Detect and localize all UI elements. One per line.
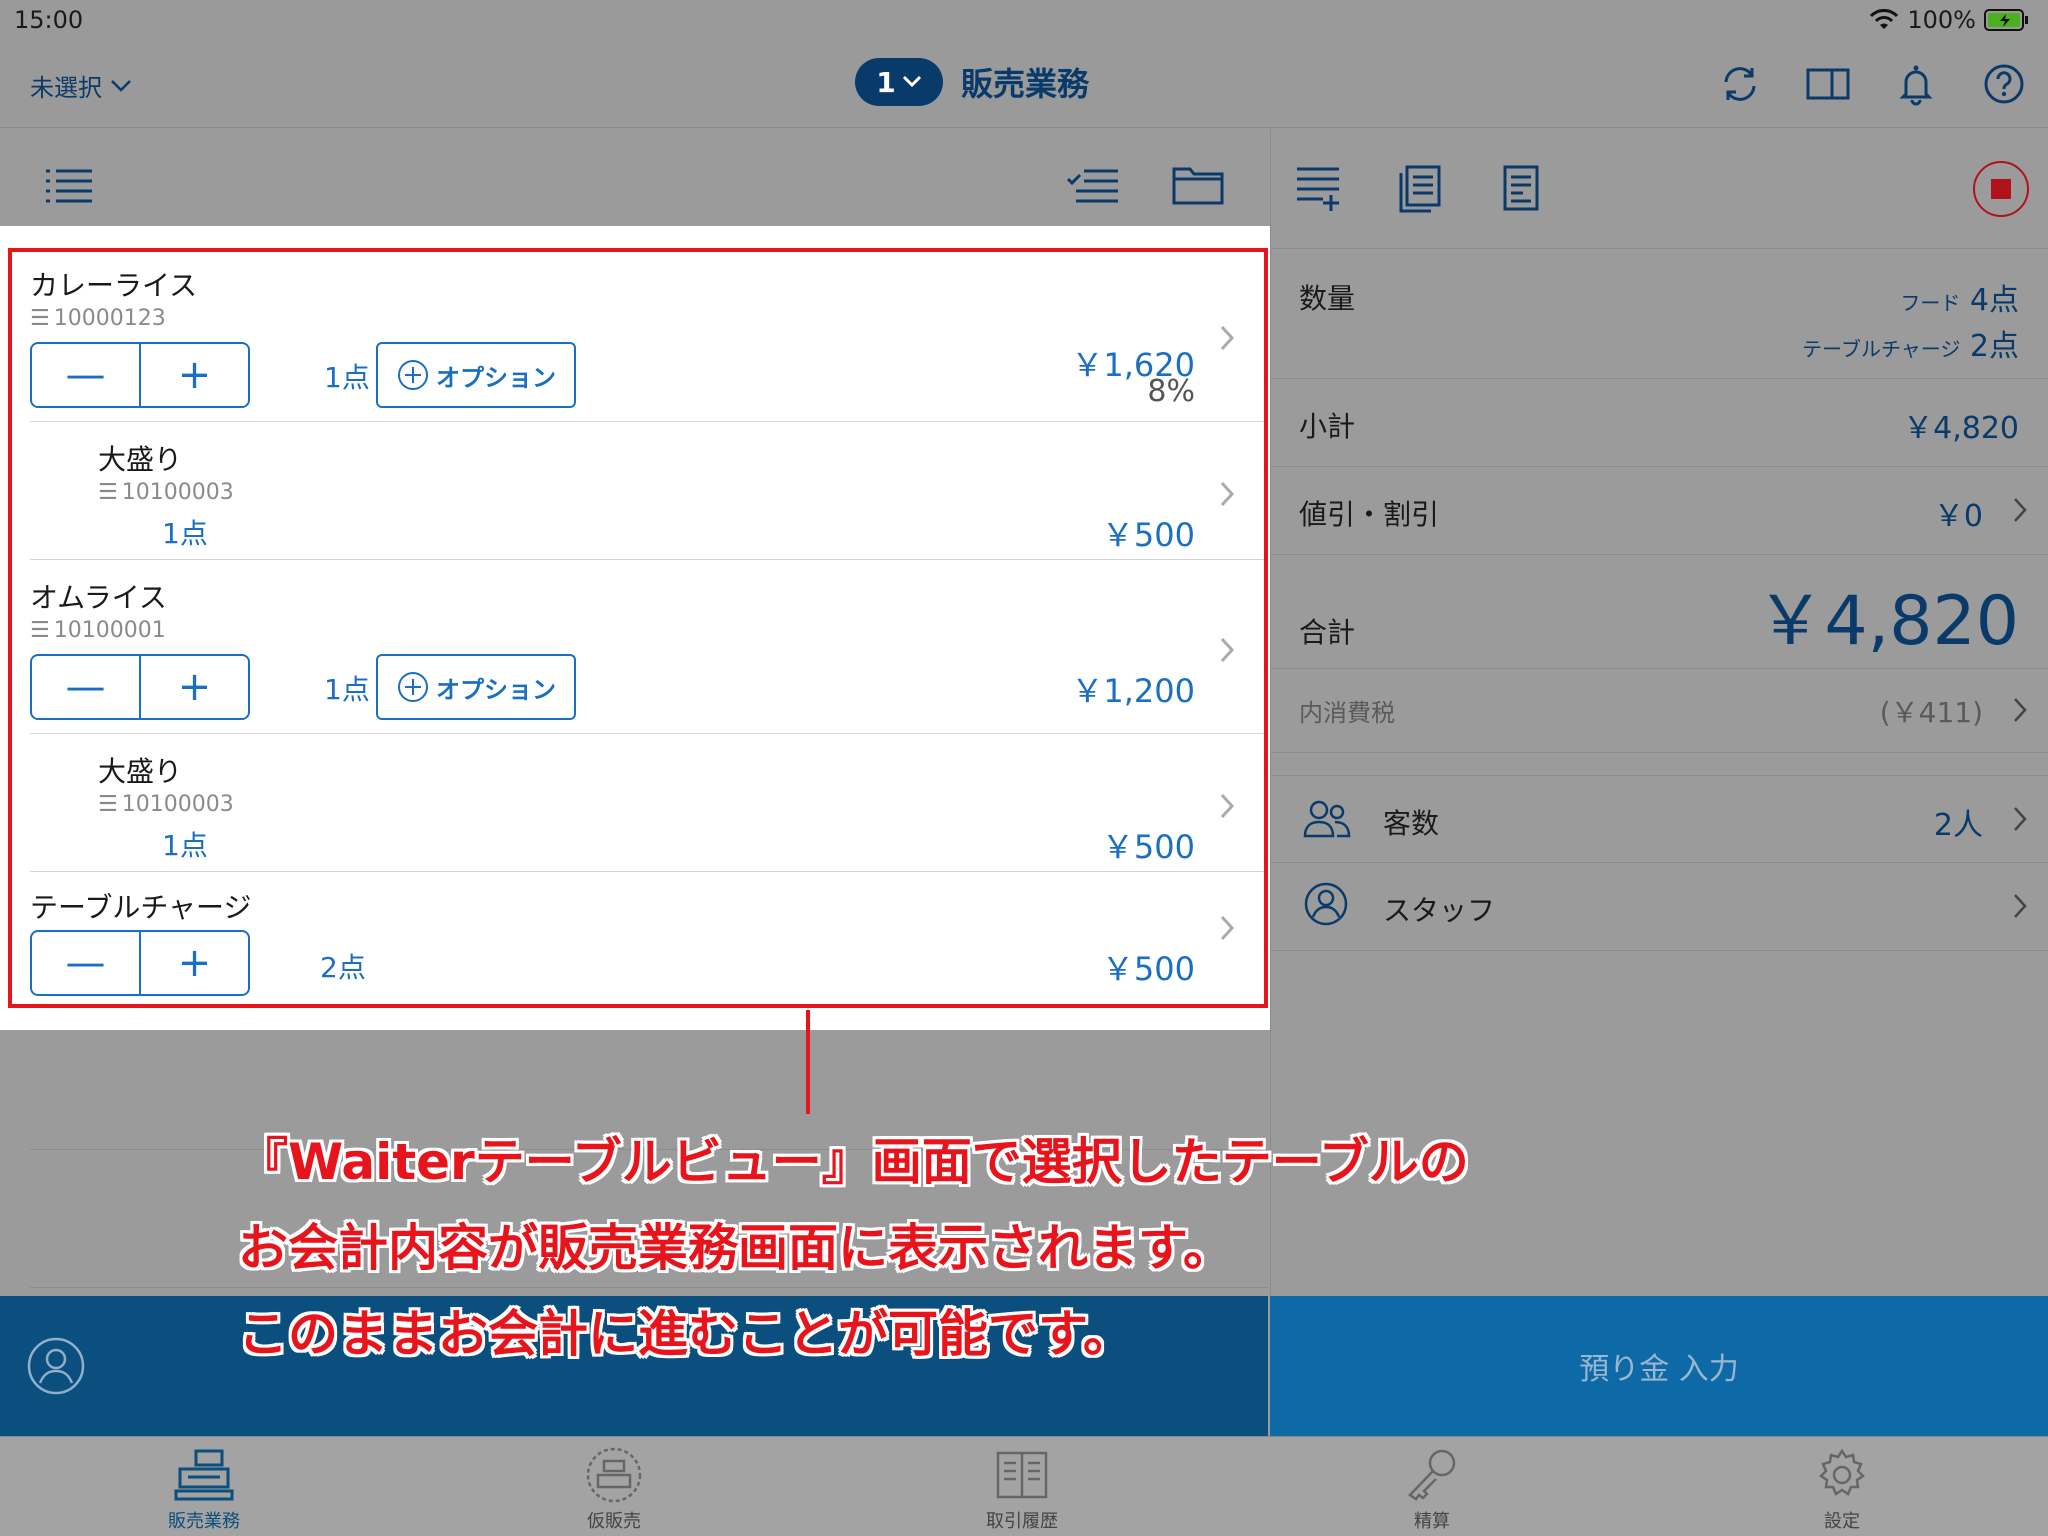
book-icon (996, 1451, 1048, 1499)
staff-icon (1304, 882, 1348, 926)
subtotal-row: 小計 ￥4,820 (1271, 379, 2048, 467)
page-title: 販売業務 (961, 65, 1090, 103)
food-qty-line: フード 4点 (1900, 283, 2019, 318)
tab-settings[interactable]: 設定 (1762, 1447, 1922, 1533)
annotation-line-3: このままお会計に進むことが可能です。 (238, 1305, 1133, 1363)
customer-avatar-icon[interactable] (26, 1336, 86, 1396)
guests-value: 2人 (1933, 808, 1983, 843)
divider (30, 1287, 1268, 1288)
key-icon (1408, 1449, 1456, 1501)
total-value: ￥4,820 (1756, 582, 2019, 661)
staff-selector-label: 未選択 (30, 74, 102, 102)
menu-list-icon[interactable] (44, 167, 94, 203)
tax-label: 内消費税 (1299, 699, 1395, 727)
total-label: 合計 (1299, 616, 1356, 649)
annotation-line-1: 『Waiterテーブルビュー』画面で選択したテーブルの (238, 1133, 1469, 1191)
staff-row[interactable]: スタッフ (1271, 863, 2048, 951)
add-line-icon[interactable] (1295, 165, 1341, 213)
annotation-line-2: お会計内容が販売業務画面に表示されます。 (238, 1219, 1233, 1277)
stop-button[interactable] (1973, 161, 2029, 217)
discount-value: ￥0 (1933, 499, 1983, 534)
total-row: 合計 ￥4,820 (1271, 555, 2048, 669)
chevron-right-icon (2014, 698, 2027, 722)
deposit-input-label: 預り金 入力 (1579, 1352, 1739, 1387)
status-right: 100% (1869, 6, 2030, 34)
subtotal-value: ￥4,820 (1903, 411, 2019, 446)
order-number-dropdown[interactable]: 1 (855, 58, 943, 106)
checklist-icon[interactable] (1066, 167, 1120, 203)
provisional-register-icon (586, 1447, 642, 1503)
nav-bar: 未選択 1 販売業務 (0, 40, 2048, 128)
gear-icon (1819, 1448, 1865, 1496)
split-view-icon[interactable] (1804, 60, 1852, 108)
chevron-down-icon (902, 75, 921, 88)
tab-settlement[interactable]: 精算 (1352, 1447, 1512, 1533)
chevron-down-icon (111, 79, 131, 92)
quantity-row: 数量 フード 4点 テーブルチャージ 2点 (1271, 249, 2048, 379)
register-title: 1 販売業務 (855, 58, 1089, 106)
tab-transaction-history[interactable]: 取引履歴 (942, 1447, 1102, 1533)
sync-icon[interactable] (1716, 60, 1764, 108)
tab-provisional-sales[interactable]: 仮販売 (534, 1447, 694, 1533)
discount-row[interactable]: 値引・割引 ￥0 (1271, 467, 2048, 555)
order-number: 1 (876, 65, 896, 99)
register-icon (174, 1449, 234, 1501)
charge-qty-line: テーブルチャージ 2点 (1802, 329, 2019, 364)
subtotal-label: 小計 (1299, 410, 1356, 443)
item-list-toolbar (0, 129, 1268, 227)
chevron-right-icon (2014, 807, 2027, 831)
summary-panel: 数量 フード 4点 テーブルチャージ 2点 小計 ￥4,820 値引・割引 ￥0… (1270, 129, 2048, 1295)
folder-icon[interactable] (1172, 163, 1224, 205)
annotation-connector (806, 1010, 810, 1114)
wifi-icon (1870, 9, 1899, 29)
tax-value: (￥411) (1879, 696, 1983, 729)
clock: 15:00 (14, 6, 84, 34)
documents-icon[interactable] (1395, 165, 1443, 213)
deposit-input-button[interactable]: 預り金 入力 (1270, 1296, 2048, 1436)
bell-icon[interactable] (1892, 60, 1940, 108)
stop-icon (1991, 179, 2011, 199)
receipt-icon[interactable] (1501, 165, 1541, 213)
chevron-right-icon (2014, 498, 2027, 522)
chevron-right-icon (2014, 894, 2027, 918)
tab-sales[interactable]: 販売業務 (124, 1447, 284, 1533)
guests-icon (1303, 800, 1351, 838)
summary-toolbar (1271, 129, 2048, 249)
battery-icon (1984, 9, 2028, 31)
help-icon[interactable] (1980, 60, 2028, 108)
staff-label: スタッフ (1383, 894, 1496, 927)
guests-label: 客数 (1383, 807, 1440, 840)
guests-row[interactable]: 客数 2人 (1271, 775, 2048, 863)
highlight-frame (8, 248, 1268, 1008)
tab-bar: 販売業務 仮販売 取引履歴 精算 設定 (0, 1436, 2048, 1536)
staff-selector[interactable]: 未選択 (30, 68, 132, 103)
battery-percent: 100% (1907, 6, 1976, 34)
nav-actions (1716, 60, 2028, 108)
discount-label: 値引・割引 (1299, 498, 1440, 531)
status-bar: 15:00 100% (0, 0, 2048, 40)
tax-row[interactable]: 内消費税 (￥411) (1271, 669, 2048, 753)
quantity-label: 数量 (1299, 282, 1356, 315)
